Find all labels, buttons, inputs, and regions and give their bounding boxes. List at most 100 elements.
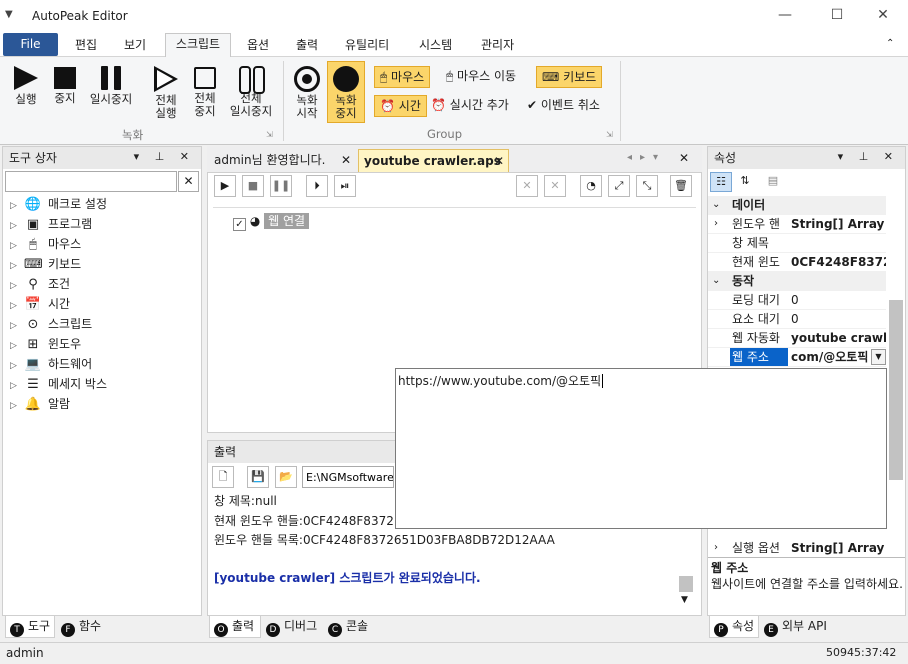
checkbox-icon[interactable]: ✓ [233, 218, 246, 231]
property-pages-icon[interactable]: ▤ [764, 172, 782, 192]
tab-welcome[interactable]: admin님 환영합니다. ✕ [210, 150, 355, 172]
tree-messagebox[interactable]: ▷ ☰ 메세지 박스 [10, 374, 107, 394]
close-icon[interactable]: ✕ [868, 4, 898, 26]
script-node[interactable]: ✓ ◕ 웹 연결 [233, 212, 310, 231]
minimize-icon[interactable]: — [770, 4, 800, 26]
record-stop-button[interactable]: 녹화 중지 [327, 61, 365, 123]
prop-category-data[interactable]: ⌄ 데이터 [708, 196, 886, 215]
time-toggle[interactable]: ⏰ 시간 [374, 95, 427, 117]
delete-all-icon[interactable]: ✕ [544, 175, 566, 197]
toolbox-search-input[interactable] [5, 171, 177, 192]
tree-hardware[interactable]: ▷ 💻 하드웨어 [10, 354, 92, 374]
menu-system[interactable]: 시스템 [419, 36, 452, 56]
url-editor-text[interactable]: https://www.youtube.com/@오토픽​ [398, 372, 604, 389]
tab-debug[interactable]: D 디버그 [262, 616, 324, 638]
clear-output-icon[interactable]: 🗋 [212, 466, 234, 488]
url-editor-popup[interactable]: https://www.youtube.com/@오토픽​ [395, 368, 887, 529]
output-path-field[interactable] [302, 466, 394, 488]
refresh-icon[interactable]: ◔ [580, 175, 602, 197]
output-line: 윈도우 핸들 목록:0CF4248F8372651D03FBA8DB72D12A… [214, 533, 555, 547]
prop-category-action[interactable]: ⌄ 동작 [708, 272, 886, 291]
categorized-icon[interactable]: ☷ [710, 172, 732, 192]
tab-tools[interactable]: T 도구 [5, 616, 55, 638]
tree-window[interactable]: ▷ ⊞ 윈도우 [10, 334, 81, 354]
menu-admin[interactable]: 관리자 [481, 36, 514, 56]
close-doc-icon[interactable]: ✕ [679, 151, 689, 165]
tab-functions[interactable]: F 함수 [57, 616, 107, 638]
prop-row-web-address[interactable]: 웹 주소 com/@오토픽 ▼ [708, 348, 886, 367]
prop-row[interactable]: 요소 대기 0 [708, 310, 886, 329]
menu-edit[interactable]: 편집 [75, 36, 97, 56]
tab-external-api[interactable]: E 외부 API [760, 616, 832, 638]
play-frame-icon[interactable]: ⏵ [306, 175, 328, 197]
stop-icon[interactable]: ■ [242, 175, 264, 197]
tree-keyboard[interactable]: ▷ ⌨ 키보드 [10, 254, 81, 274]
clear-search-icon[interactable]: ✕ [178, 171, 199, 192]
mouse-toggle[interactable]: 🖱 마우스 [374, 66, 431, 88]
tab-console[interactable]: C 콘솔 [324, 616, 374, 638]
tree-mouse[interactable]: ▷ 🖱 마우스 [10, 234, 81, 254]
panel-pin-close-icons[interactable]: ▾ ⊥ ✕ [838, 147, 899, 167]
tab-output[interactable]: O 출력 [209, 616, 261, 638]
tree-alarm[interactable]: ▷ 🔔 알람 [10, 394, 70, 414]
stop-all-button[interactable]: 전체 중지 [188, 66, 222, 118]
run-all-button[interactable]: 전체 실행 [150, 66, 182, 120]
tab-nav-icons[interactable]: ◂▸▾ [627, 152, 666, 163]
trash-icon[interactable]: 🗑 [670, 175, 692, 197]
prop-row[interactable]: 창 제목 [708, 234, 886, 253]
run-button[interactable]: 실행 [8, 66, 44, 106]
panel-pin-close-icons[interactable]: ▾ ⊥ ✕ [134, 147, 195, 167]
properties-scrollbar[interactable] [889, 300, 903, 480]
expand-icon[interactable]: › [714, 215, 718, 233]
tree-macro-settings[interactable]: ▷ 🌐 매크로 설정 [10, 194, 107, 214]
prop-row[interactable]: › 윈도우 핸 String[] Array [708, 215, 886, 234]
maximize-icon[interactable]: ☐ [822, 4, 852, 26]
collapse-ribbon-icon[interactable]: ⌃ [886, 38, 894, 49]
play-filled-frame-icon[interactable]: ⏯ [334, 175, 356, 197]
file-menu[interactable]: File [3, 33, 58, 56]
tree-program[interactable]: ▷ ▣ 프로그램 [10, 214, 92, 234]
menu-view[interactable]: 보기 [124, 36, 146, 56]
scroll-down-icon[interactable]: ▼ [681, 595, 688, 605]
app-title: AutoPeak Editor [32, 9, 128, 23]
sort-alpha-icon[interactable]: ⇅ [734, 172, 756, 192]
output-scrollbar[interactable] [679, 576, 693, 592]
stop-button[interactable]: 중지 [48, 66, 82, 105]
tab-properties[interactable]: P 속성 [709, 616, 759, 638]
play-icon[interactable]: ▶ [214, 175, 236, 197]
tab-youtube-crawler[interactable]: youtube crawler.aps ✕ [358, 149, 509, 173]
record-start-button[interactable]: 녹화 시작 [289, 66, 325, 120]
system-menu-icon[interactable]: ▼ [5, 9, 13, 20]
dropdown-icon[interactable]: ▼ [871, 349, 886, 365]
pause-icon[interactable]: ❚❚ [270, 175, 292, 197]
expand-icon[interactable]: › [714, 539, 718, 557]
prop-row[interactable]: 웹 자동화youtube crawler [708, 329, 886, 348]
expand-icon[interactable]: ⤢ [608, 175, 630, 197]
mouse-move-toggle[interactable]: 🖱 마우스 이동 [441, 66, 521, 88]
close-tab-icon[interactable]: ✕ [341, 150, 351, 170]
menu-utility[interactable]: 유틸리티 [345, 36, 389, 56]
dialog-launcher-icon[interactable]: ⇲ [266, 130, 273, 139]
menu-options[interactable]: 옵션 [247, 36, 269, 56]
realtime-add-toggle[interactable]: ⏰ 실시간 추가 [426, 95, 514, 117]
dialog-launcher-icon[interactable]: ⇲ [606, 130, 613, 139]
calendar-icon: 📅 [24, 297, 42, 312]
open-folder-icon[interactable]: 📂 [275, 466, 297, 488]
menu-script[interactable]: 스크립트 [165, 33, 231, 58]
pause-button[interactable]: 일시중지 [86, 66, 136, 106]
save-icon[interactable]: 💾 [247, 466, 269, 488]
prop-row[interactable]: 로딩 대기 0 [708, 291, 886, 310]
delete-icon[interactable]: ✕ [516, 175, 538, 197]
prop-row[interactable]: › 실행 옵션 String[] Array [708, 539, 886, 558]
event-cancel-button[interactable]: ✔ 이벤트 취소 [522, 95, 605, 117]
tree-time[interactable]: ▷ 📅 시간 [10, 294, 70, 314]
menu-output[interactable]: 출력 [296, 36, 318, 56]
tree-condition[interactable]: ▷ ⚲ 조건 [10, 274, 70, 294]
tree-script[interactable]: ▷ ⊙ 스크립트 [10, 314, 92, 334]
close-tab-icon[interactable]: ✕ [494, 150, 504, 172]
prop-row[interactable]: 현재 윈도0CF4248F837265 [708, 253, 886, 272]
condition-icon: ⚲ [28, 277, 38, 292]
keyboard-toggle[interactable]: ⌨ 키보드 [536, 66, 603, 88]
pause-all-button[interactable]: 전체 일시중지 [226, 66, 276, 118]
collapse-icon[interactable]: ⤡ [636, 175, 658, 197]
